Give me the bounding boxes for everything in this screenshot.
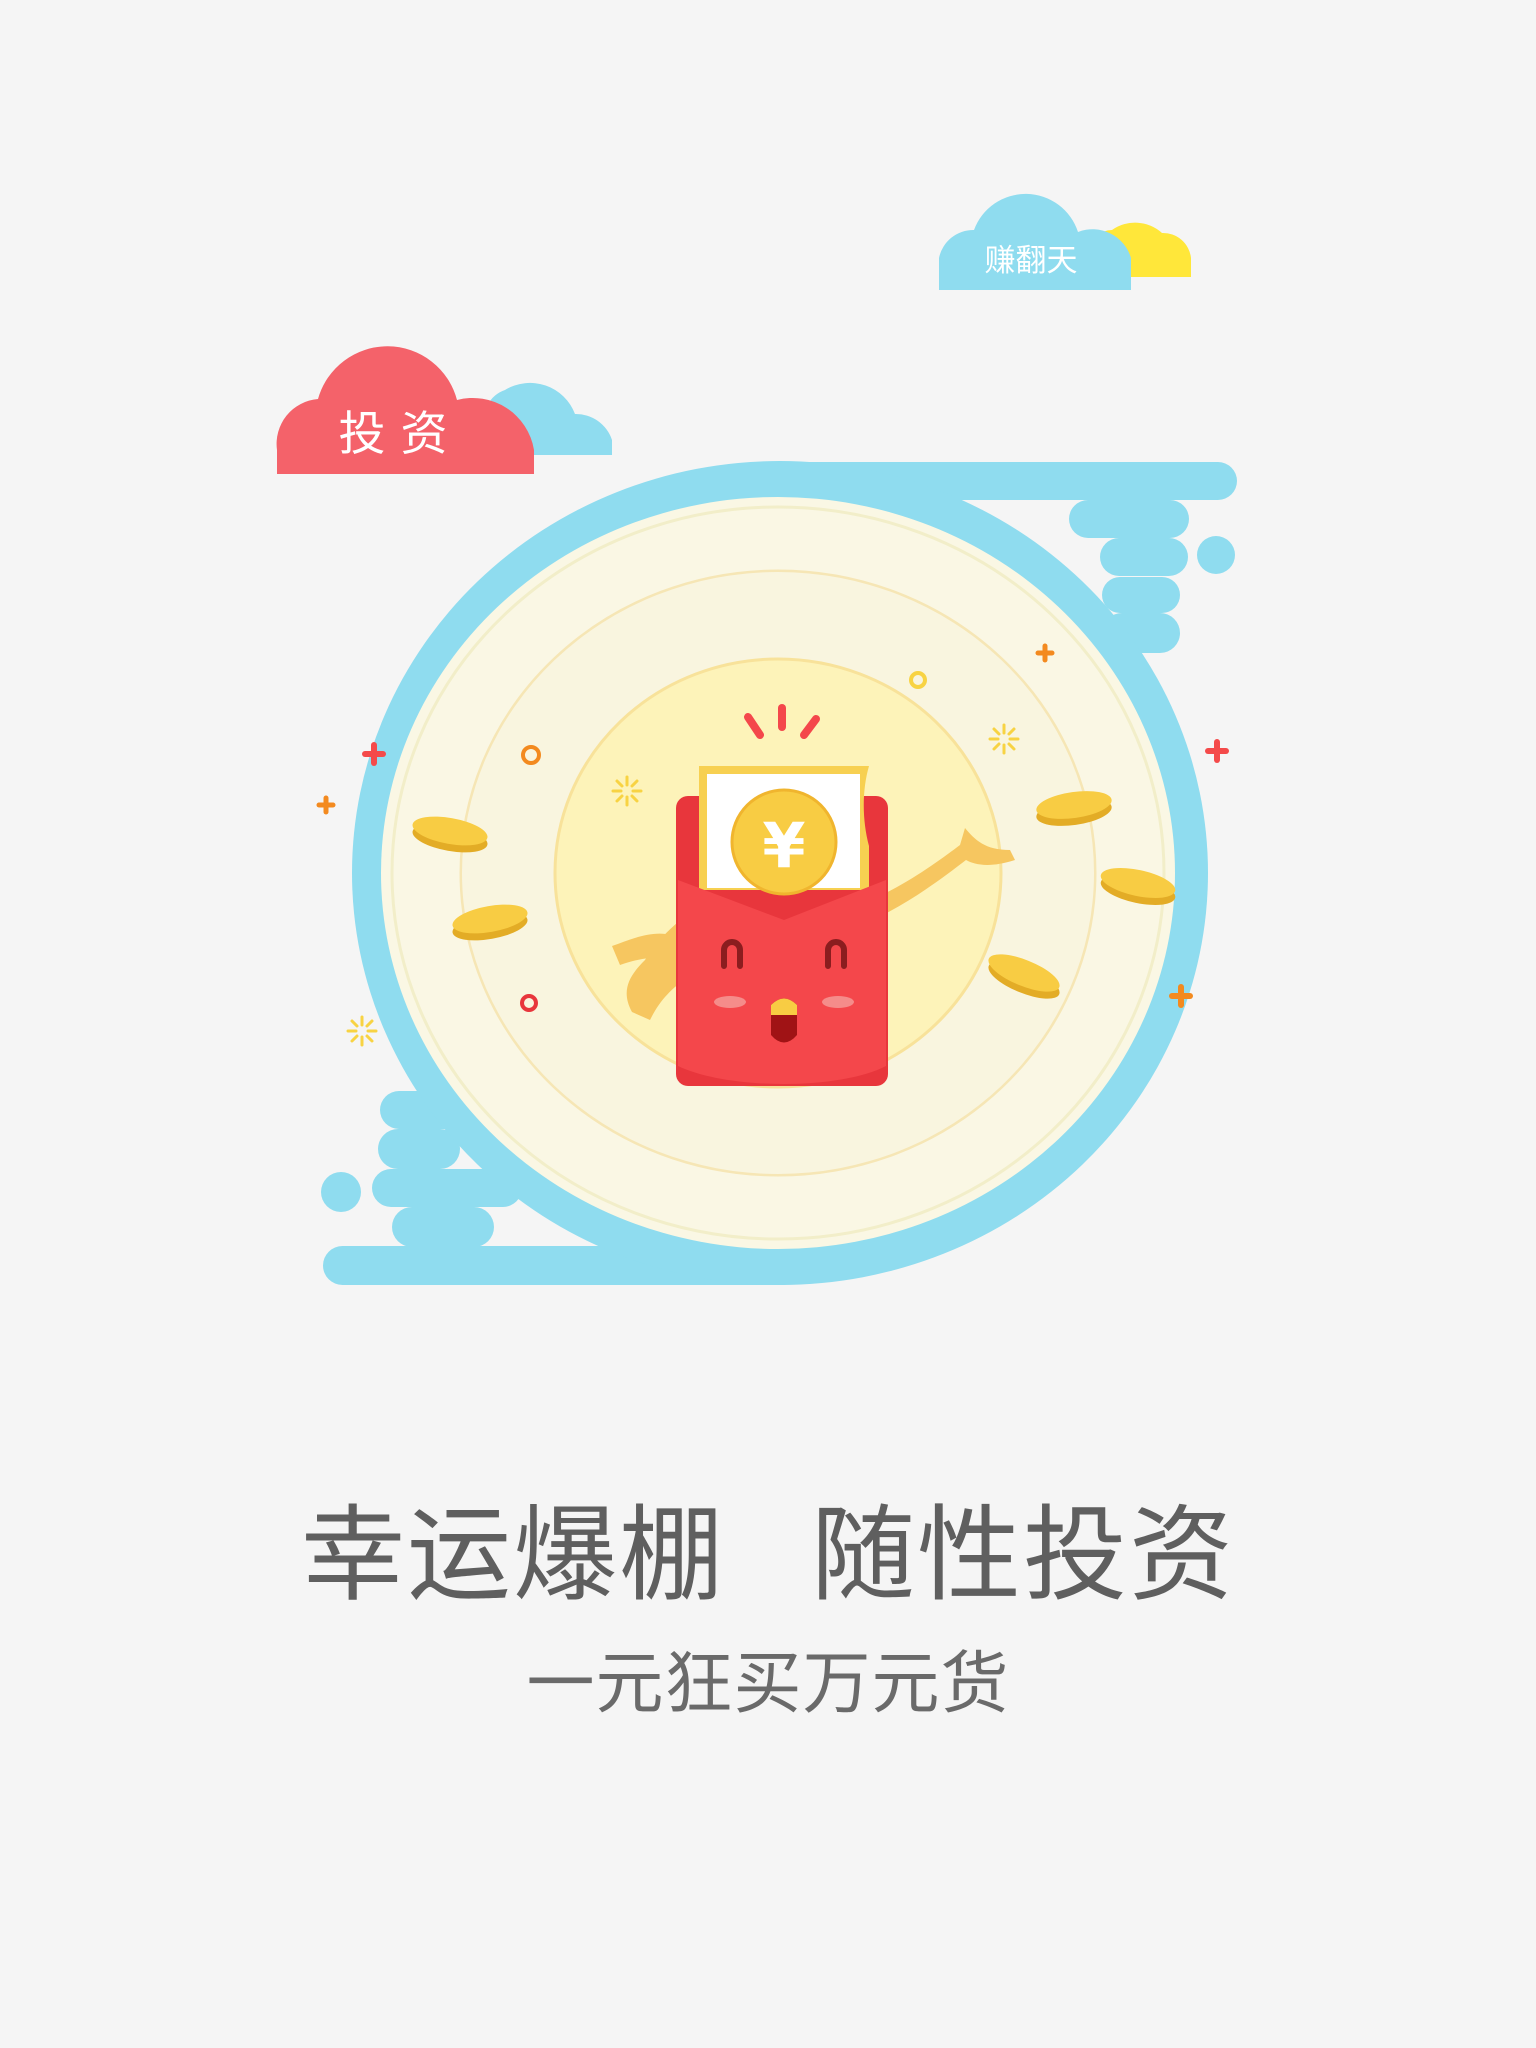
blue-dot [321,1172,361,1212]
blue-streak [392,1207,494,1247]
yuan-symbol: ¥ [762,809,805,882]
headline: 幸运爆棚 随性投资 [0,1490,1536,1620]
blue-streak [378,1129,460,1169]
blue-dot [1197,536,1235,574]
cloud-label-invest: 投 资 [339,407,448,462]
cloud-left: 投 资 [276,346,612,474]
cloud-label-earn: 赚翻天 [985,243,1078,279]
blue-streak [1100,538,1188,576]
blue-streak [1102,577,1180,613]
headline-part-lucky: 幸运爆棚 [300,1494,725,1616]
cloud-top-right: 赚翻天 [939,193,1191,290]
headline-part-invest: 随性投资 [811,1494,1236,1616]
illustration-canvas: 赚翻天 投 资 ¥ [276,193,1237,1285]
subline: 一元狂买万元货 [526,1645,1010,1724]
